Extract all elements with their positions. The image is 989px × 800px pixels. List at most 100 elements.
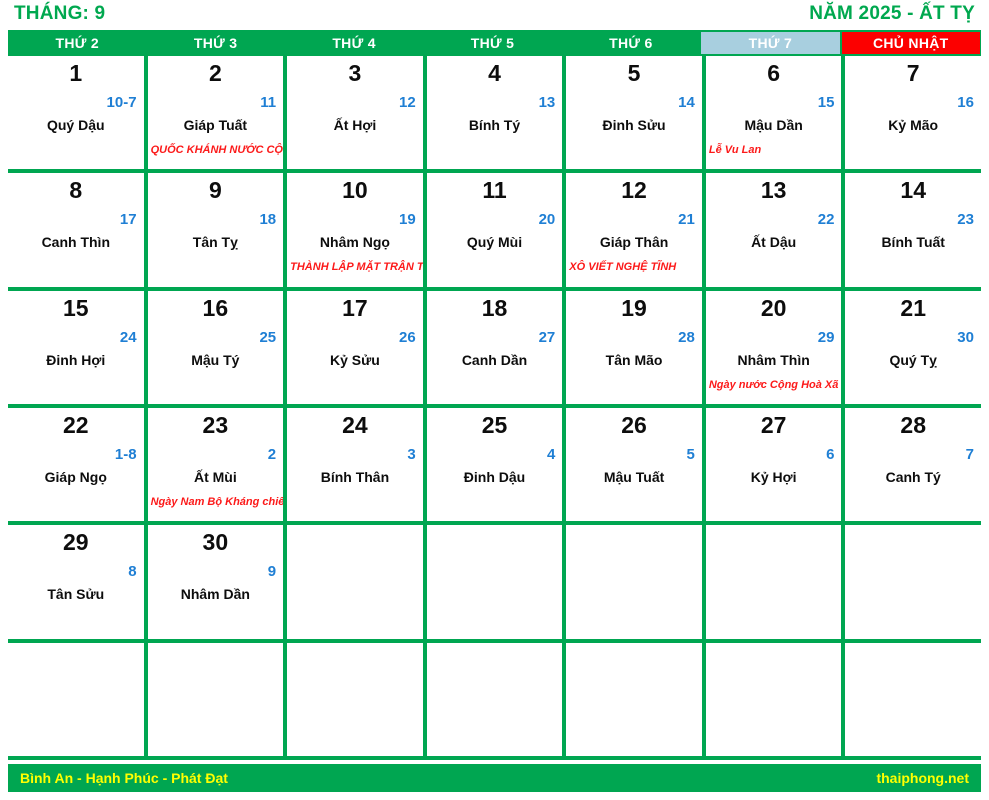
day-cell[interactable]: 22 1-8 Giáp Ngọ [8, 408, 144, 522]
can-chi-label: Đinh Dậu [463, 469, 526, 485]
day-cell[interactable]: 12 21 Giáp Thân XÔ VIẾT NGHỆ TĨNH [566, 173, 702, 287]
lunar-day-number: 19 [399, 211, 416, 229]
day-cell-empty [705, 525, 842, 639]
solar-day-number: 26 [621, 412, 647, 438]
solar-day-number: 20 [760, 294, 787, 321]
can-chi-label: Canh Dần [461, 351, 528, 368]
lunar-day-number: 24 [119, 328, 137, 346]
day-cell[interactable]: 20 29 Nhâm Thìn Ngày nước Cộng Hoà Xã Hội C… [705, 290, 842, 404]
solar-day-number: 2 [208, 60, 222, 86]
day-cell[interactable]: 26 5 Mậu Tuất [566, 408, 702, 522]
weekday-header-label: THỨ 6 [609, 35, 653, 51]
lunar-day-number: 28 [678, 328, 695, 346]
can-chi-label: Bính Tý [468, 117, 521, 133]
solar-day-number: 9 [208, 177, 222, 204]
day-cell[interactable]: 6 15 Mậu Dần Lễ Vu Lan [705, 56, 842, 170]
can-chi-label: Đinh Hợi [46, 351, 106, 368]
day-cell[interactable]: 4 13 Bính Tý [426, 56, 563, 170]
weekday-header-row: THỨ 2 THỨ 3 THỨ 4 THỨ 5 THỨ 6 THỨ 7 CHỦ NHẬT [8, 30, 981, 56]
day-cell[interactable]: 1 10-7 Quý Dậu [8, 56, 144, 170]
day-cell[interactable]: 21 30 Quý Tỵ [845, 290, 981, 404]
solar-day-number: 25 [481, 412, 508, 438]
can-chi-label: Tân Tỵ [192, 234, 238, 251]
calendar-footer: Bình An - Hạnh Phúc - Phát Đạt thaiphong… [8, 764, 981, 792]
solar-day-number: 16 [202, 294, 229, 321]
weekday-header-label: THỨ 3 [193, 35, 238, 51]
lunar-day-number: 17 [119, 211, 137, 229]
day-cell[interactable]: 13 22 Ất Dậu [705, 173, 842, 287]
day-cell-empty [426, 642, 563, 756]
solar-day-number: 12 [621, 177, 647, 204]
can-chi-label: Quý Dậu [46, 117, 105, 133]
lunar-day-number: 27 [538, 328, 556, 346]
day-cell[interactable]: 16 25 Mậu Tý [147, 290, 284, 404]
month-title: THÁNG: 9 [14, 3, 106, 24]
calendar-grid: 1 10-7 Quý Dậu 2 11 Giáp Tuất QUỐC KHÁNH NƯỚC … [8, 56, 981, 760]
lunar-day-number: 12 [399, 94, 416, 111]
lunar-day-number: 15 [817, 94, 835, 111]
day-cell[interactable]: 29 8 Tân Sửu [8, 525, 144, 639]
day-cell[interactable]: 11 20 Quý Mùi [426, 173, 563, 287]
can-chi-label: Kỷ Sửu [330, 351, 380, 368]
day-cell[interactable]: 3 12 Ất Hợi [287, 56, 423, 170]
weekday-header-label: CHỦ NHẬT [872, 35, 949, 51]
day-cell[interactable]: 14 23 Bính Tuất [845, 173, 981, 287]
can-chi-label: Canh Thìn [41, 234, 110, 251]
solar-day-number: 1 [69, 60, 83, 86]
solar-day-number: 5 [627, 60, 641, 86]
can-chi-label: Đinh Sửu [602, 117, 666, 133]
weekday-header-5: THỨ 6 [562, 30, 700, 56]
day-cell[interactable]: 27 6 Kỷ Hợi [705, 408, 842, 522]
lunar-day-number: 20 [538, 211, 556, 229]
can-chi-label: Quý Tỵ [889, 351, 937, 368]
event-label: XÔ VIẾT NGHỆ TĨNH [569, 261, 677, 274]
day-cell-empty [845, 642, 981, 756]
day-cell[interactable]: 9 18 Tân Tỵ [147, 173, 284, 287]
can-chi-label: Ất Mùi [193, 469, 237, 485]
day-cell[interactable]: 8 17 Canh Thìn [8, 173, 144, 287]
day-cell[interactable]: 10 19 Nhâm Ngọ THÀNH LẬP MẶT TRẬN TỔ QUỐC V… [287, 173, 423, 287]
lunar-day-number: 2 [267, 446, 277, 463]
solar-day-number: 13 [760, 177, 787, 204]
day-cell[interactable]: 5 14 Đinh Sửu [566, 56, 702, 170]
event-label: THÀNH LẬP MẶT TRẬN TỔ QUỐC VIỆT NAM [290, 261, 423, 274]
lunar-day-number: 30 [957, 328, 974, 346]
day-cell[interactable]: 24 3 Bính Thân [287, 408, 423, 522]
day-cell[interactable]: 15 24 Đinh Hợi [8, 290, 144, 404]
weekday-header-1: THỨ 2 [8, 30, 146, 56]
solar-day-number: 4 [488, 60, 501, 86]
day-cell[interactable]: 2 11 Giáp Tuất QUỐC KHÁNH NƯỚC CỘNG HOÀ XÃ … [147, 56, 284, 170]
lunar-day-number: 16 [957, 94, 974, 111]
day-cell-empty [287, 525, 423, 639]
weekday-header-4: THỨ 5 [423, 30, 561, 56]
calendar-page: THÁNG: 9 NĂM 2025 - ẤT TỴ THỨ 2 THỨ 3 THỨ … [0, 0, 989, 800]
day-cell[interactable]: 30 9 Nhâm Dần [147, 525, 284, 639]
can-chi-label: Tân Sửu [47, 586, 105, 603]
solar-day-number: 24 [342, 412, 368, 438]
day-cell[interactable]: 23 2 Ất Mùi Ngày Nam Bộ Kháng chiến [147, 408, 284, 522]
solar-day-number: 8 [69, 177, 83, 204]
day-cell[interactable]: 7 16 Kỷ Mão [845, 56, 981, 170]
solar-day-number: 29 [62, 529, 89, 556]
weekday-header-label: THỨ 7 [748, 35, 793, 51]
day-cell-empty [705, 642, 842, 756]
can-chi-label: Nhâm Ngọ [319, 234, 390, 251]
calendar-titlebar: THÁNG: 9 NĂM 2025 - ẤT TỴ [0, 0, 989, 28]
day-cell[interactable]: 18 27 Canh Dần [426, 290, 563, 404]
can-chi-label: Canh Tý [885, 469, 941, 485]
weekday-header-7: CHỦ NHẬT [841, 32, 980, 54]
lunar-day-number: 4 [546, 446, 556, 463]
weekday-header-3: THỨ 4 [285, 30, 423, 56]
solar-day-number: 27 [760, 412, 787, 438]
can-chi-label: Ất Dậu [751, 234, 797, 251]
day-cell-empty [566, 525, 702, 639]
event-label: QUỐC KHÁNH NƯỚC CỘNG HOÀ XÃ HỘI CHỦ NGHĨ… [150, 144, 284, 156]
day-cell[interactable]: 19 28 Tân Mão [566, 290, 702, 404]
solar-day-number: 17 [342, 294, 368, 321]
day-cell[interactable]: 25 4 Đinh Dậu [426, 408, 563, 522]
lunar-day-number: 13 [538, 94, 556, 111]
day-cell[interactable]: 28 7 Canh Tý [845, 408, 981, 522]
day-cell[interactable]: 17 26 Kỷ Sửu [287, 290, 423, 404]
footer-site[interactable]: thaiphong.net [876, 770, 969, 786]
solar-day-number: 10 [342, 177, 368, 204]
